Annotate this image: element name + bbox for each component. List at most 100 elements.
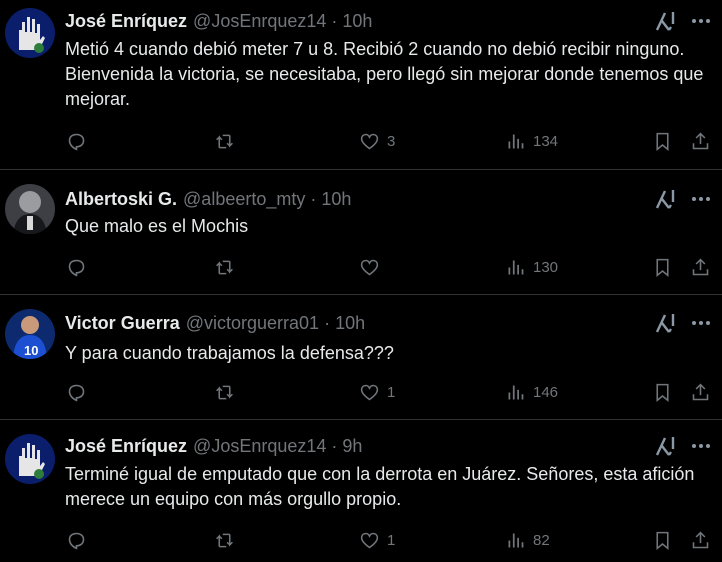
action-bar: 1 146 [0, 381, 722, 403]
views-count: 146 [533, 383, 559, 401]
tweet[interactable]: 10 Victor Guerra @victorguerra01 · 10h Y… [0, 295, 722, 420]
heart-icon [360, 384, 379, 400]
like-button[interactable]: 3 [359, 130, 395, 152]
reply-button[interactable] [66, 529, 94, 551]
like-button[interactable]: 1 [359, 381, 395, 403]
tweet-header: José Enríquez @JosEnrquez14 · 10h [65, 10, 372, 32]
more-icon[interactable] [690, 312, 712, 334]
bookmark-icon [656, 258, 669, 277]
separator: · [331, 10, 338, 31]
tweet-header: Victor Guerra @victorguerra01 · 10h [65, 312, 365, 334]
views-count: 130 [533, 258, 559, 276]
author-handle[interactable]: @victorguerra01 [186, 313, 319, 334]
svg-text:10: 10 [24, 343, 38, 358]
share-icon [692, 258, 709, 275]
avatar[interactable]: 10 [5, 309, 55, 359]
avatar[interactable] [5, 184, 55, 234]
more-icon[interactable] [690, 188, 712, 210]
avatar[interactable] [5, 434, 55, 484]
repost-button[interactable] [214, 529, 242, 551]
reply-icon [68, 532, 85, 550]
views-button[interactable]: 134 [505, 130, 558, 152]
timestamp[interactable]: 10h [342, 11, 372, 32]
views-icon [508, 533, 524, 547]
like-count: 3 [387, 132, 396, 150]
repost-button[interactable] [214, 130, 242, 152]
bookmark-icon [656, 383, 669, 402]
separator: · [310, 188, 317, 209]
reply-icon [68, 133, 85, 151]
repost-button[interactable] [214, 381, 242, 403]
timestamp[interactable]: 10h [321, 189, 351, 210]
bookmark-icon [656, 531, 669, 550]
bookmark-button[interactable] [652, 130, 673, 152]
views-icon [508, 260, 524, 274]
views-count: 82 [533, 531, 550, 549]
action-bar: 1 82 [0, 529, 722, 551]
reply-button[interactable] [66, 130, 94, 152]
share-button[interactable] [690, 529, 711, 551]
more-icon[interactable] [690, 435, 712, 457]
heart-icon [360, 133, 379, 149]
views-count: 134 [533, 132, 559, 150]
heart-icon [360, 259, 379, 275]
reply-button[interactable] [66, 381, 94, 403]
share-icon [692, 531, 709, 548]
author-name[interactable]: José Enríquez [65, 11, 187, 32]
tweet-text: Y para cuando trabajamos la defensa??? [65, 343, 394, 363]
like-button[interactable] [359, 256, 387, 278]
bookmark-icon [656, 132, 669, 151]
repost-icon [216, 533, 233, 547]
separator: · [331, 435, 338, 456]
repost-icon [216, 260, 233, 274]
views-icon [508, 134, 524, 148]
share-icon [692, 132, 709, 149]
bookmark-button[interactable] [652, 529, 673, 551]
avatar[interactable] [5, 8, 55, 58]
reply-icon [68, 259, 85, 277]
tweet-text: Terminé igual de emputado que con la der… [65, 464, 695, 509]
action-bar: 130 [0, 256, 722, 278]
reply-button[interactable] [66, 256, 94, 278]
tweet[interactable]: Albertoski G. @albeerto_mty · 10h Que ma… [0, 170, 722, 295]
repost-icon [216, 385, 233, 399]
author-name[interactable]: Albertoski G. [65, 189, 177, 210]
author-name[interactable]: Victor Guerra [65, 313, 180, 334]
tweet-text: Metió 4 cuando debió meter 7 u 8. Recibi… [65, 39, 704, 109]
grok-icon[interactable] [654, 312, 676, 334]
views-button[interactable]: 82 [505, 529, 550, 551]
author-handle[interactable]: @JosEnrquez14 [193, 436, 326, 457]
heart-icon [360, 532, 379, 548]
repost-button[interactable] [214, 256, 242, 278]
like-button[interactable]: 1 [359, 529, 395, 551]
like-count: 1 [387, 383, 396, 401]
reply-icon [68, 384, 85, 402]
share-icon [692, 383, 709, 400]
tweet-header: José Enríquez @JosEnrquez14 · 9h [65, 435, 362, 457]
author-handle[interactable]: @albeerto_mty [183, 189, 305, 210]
grok-icon[interactable] [654, 10, 676, 32]
views-button[interactable]: 146 [505, 381, 558, 403]
tweet[interactable]: José Enríquez @JosEnrquez14 · 9h Terminé… [0, 420, 722, 562]
bookmark-button[interactable] [652, 381, 673, 403]
author-handle[interactable]: @JosEnrquez14 [193, 11, 326, 32]
repost-icon [216, 134, 233, 148]
author-name[interactable]: José Enríquez [65, 436, 187, 457]
tweet[interactable]: José Enríquez @JosEnrquez14 · 10h Metió … [0, 0, 722, 170]
like-count: 1 [387, 531, 396, 549]
grok-icon[interactable] [654, 188, 676, 210]
more-icon[interactable] [690, 10, 712, 32]
grok-icon[interactable] [654, 435, 676, 457]
timestamp[interactable]: 10h [335, 313, 365, 334]
views-icon [508, 385, 524, 399]
share-button[interactable] [690, 381, 711, 403]
bookmark-button[interactable] [652, 256, 673, 278]
tweet-text: Que malo es el Mochis [65, 216, 249, 236]
separator: · [324, 312, 331, 333]
replies-feed: José Enríquez @JosEnrquez14 · 10h Metió … [0, 0, 722, 562]
share-button[interactable] [690, 256, 711, 278]
action-bar: 3 134 [0, 130, 722, 152]
views-button[interactable]: 130 [505, 256, 558, 278]
timestamp[interactable]: 9h [342, 436, 362, 457]
share-button[interactable] [690, 130, 711, 152]
